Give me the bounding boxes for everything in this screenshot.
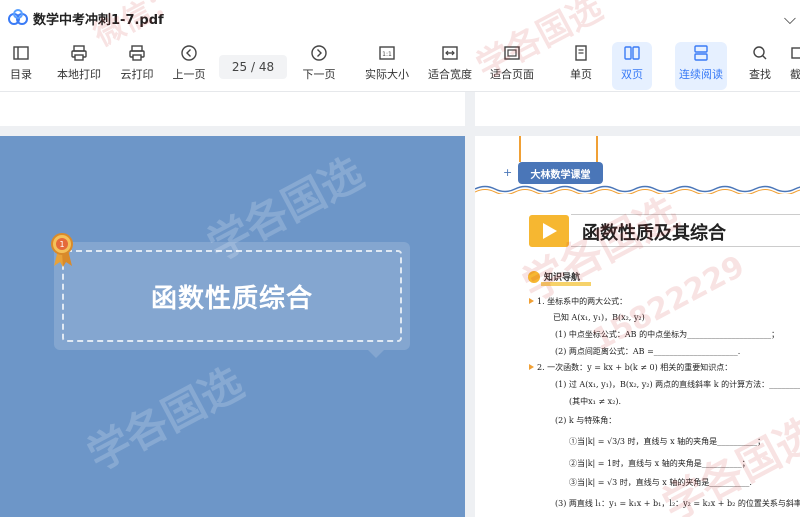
left-page: 学各国选 函数性质综合 1 学各国选	[0, 136, 465, 517]
screenshot-icon	[791, 47, 800, 59]
text-line: ③当|k| = √3 时，直线与 x 轴的夹角是__________.	[569, 478, 752, 487]
title-bar: 数学中考冲刺1-7.pdf ⌵	[0, 0, 800, 36]
text-line: (1) 中点坐标公式：AB 的中点坐标为____________________…	[555, 330, 780, 339]
window-control-icon[interactable]: ⌵	[784, 9, 796, 29]
document-title: 数学中考冲刺1-7.pdf	[33, 13, 164, 28]
local-print-button[interactable]: 本地打印	[54, 44, 104, 88]
next-page-button[interactable]: 下一页	[300, 44, 338, 88]
svg-text:1: 1	[59, 240, 64, 249]
document-viewer[interactable]: 学各国选 函数性质综合 1 学各国选 + 大林数学课堂 函数性质及其综合 知识导…	[0, 92, 800, 517]
play-icon	[529, 215, 569, 247]
previous-page-left-bottom	[0, 92, 465, 126]
fit-width-button[interactable]: 适合宽度	[426, 44, 474, 88]
wave-divider	[475, 185, 800, 194]
fit-page-icon	[504, 46, 520, 60]
svg-text:1:1: 1:1	[382, 51, 392, 58]
watermark-text: 学各国选	[79, 358, 252, 481]
next-page-icon	[311, 45, 327, 61]
toc-button[interactable]: 目录	[6, 44, 36, 88]
search-button[interactable]: 查找	[745, 44, 775, 88]
cloud-print-button[interactable]: 云打印	[118, 44, 156, 88]
continuous-reading-button[interactable]: 连续阅读	[675, 42, 727, 90]
app-logo-icon	[8, 9, 28, 25]
single-page-button[interactable]: 单页	[566, 44, 596, 88]
page-number-input[interactable]: 25 / 48	[219, 55, 287, 79]
previous-page-right-bottom	[475, 92, 800, 126]
title-card: 函数性质综合	[54, 242, 410, 350]
actual-size-icon: 1:1	[379, 46, 395, 60]
bulb-icon	[528, 270, 540, 283]
double-page-icon	[624, 46, 640, 60]
text-line: (2) 两点间距离公式：AB =_____________________.	[555, 347, 741, 356]
text-line: (1) 过 A(x₁, y₁)，B(x₂, y₂) 两点的直线斜率 k 的计算方…	[555, 380, 800, 389]
text-line: ②当|k| = 1时，直线与 x 轴的夹角是__________；	[569, 459, 750, 468]
text-line: (2) k 与特殊角：	[555, 416, 617, 425]
plus-icon: +	[503, 166, 513, 179]
course-badge: 大林数学课堂	[518, 162, 603, 184]
continuous-icon	[694, 45, 708, 61]
text-line: 2. 一次函数：y = kx + b(k ≠ 0) 相关的重要知识点：	[537, 363, 733, 372]
double-page-button[interactable]: 双页	[612, 42, 652, 90]
toc-icon	[13, 46, 29, 60]
actual-size-button[interactable]: 1:1 实际大小	[362, 44, 412, 88]
printer-icon	[71, 45, 87, 61]
fit-width-icon	[442, 46, 458, 60]
toolbar: 目录 本地打印 云打印 上一页 25 / 48 下一页 1:1 实际大小 适合宽…	[0, 36, 800, 92]
cloud-print-icon	[129, 45, 145, 61]
medal-icon: 1	[51, 233, 73, 267]
card-pointer	[368, 350, 384, 358]
text-line: (3) 两直线 l₁：y₁ = k₁x + b₁，l₂：y₂ = k₂x + b…	[555, 499, 800, 508]
text-line: 已知 A(x₁, y₁)，B(x₂, y₂)	[553, 313, 645, 322]
text-line: ①当|k| = √3/3 时，直线与 x 轴的夹角是__________；	[569, 437, 766, 446]
text-line: 1. 坐标系中的两大公式：	[537, 297, 628, 306]
knowledge-nav-label: 知识导航	[528, 270, 580, 283]
right-page: + 大林数学课堂 函数性质及其综合 知识导航 1. 坐标系中的两大公式： 已知 …	[475, 136, 800, 517]
prev-page-icon	[181, 45, 197, 61]
badge-hanger	[519, 136, 521, 162]
single-page-icon	[575, 45, 587, 61]
screenshot-button[interactable]: 截	[790, 44, 800, 88]
badge-hanger	[596, 136, 598, 162]
fit-page-button[interactable]: 适合页面	[488, 44, 536, 88]
section-heading: 函数性质及其综合	[582, 223, 726, 244]
text-line: (其中x₁ ≠ x₂).	[569, 397, 622, 406]
bullet-icon	[529, 364, 534, 370]
bullet-icon	[529, 298, 534, 304]
prev-page-button[interactable]: 上一页	[170, 44, 208, 88]
search-icon	[753, 46, 767, 60]
chapter-title: 函数性质综合	[150, 283, 313, 314]
